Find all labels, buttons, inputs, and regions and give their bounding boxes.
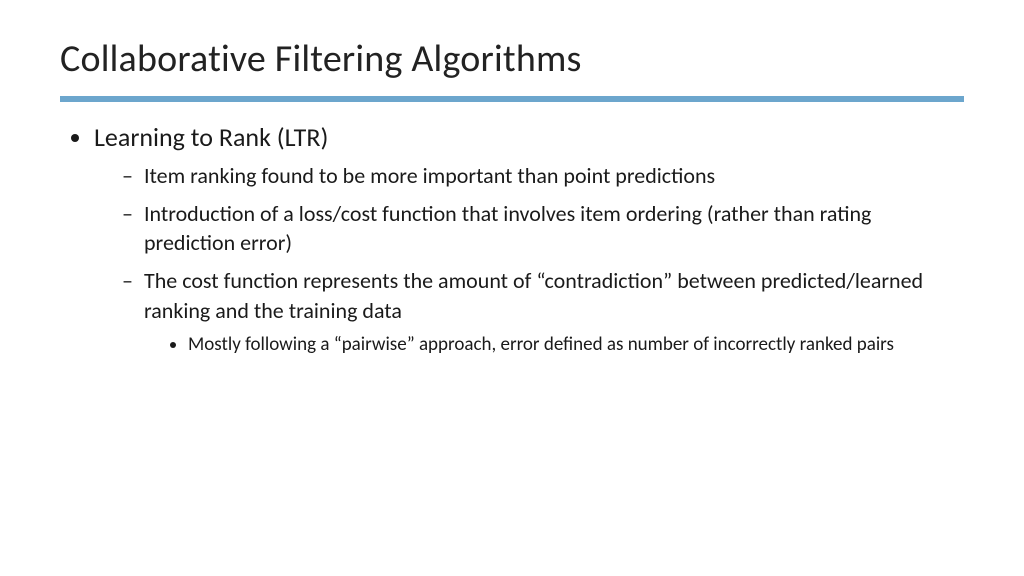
list-item: Introduction of a loss/cost function tha…	[122, 199, 964, 258]
slide: Collaborative Filtering Algorithms Learn…	[0, 0, 1024, 576]
bullet-text: Introduction of a loss/cost function tha…	[144, 200, 871, 257]
list-item: Mostly following a “pairwise” approach, …	[188, 332, 964, 358]
bullet-text: The cost function represents the amount …	[144, 267, 923, 324]
bullet-text: Item ranking found to be more important …	[144, 162, 715, 189]
bullet-list-level-1: Learning to Rank (LTR) Item ranking foun…	[60, 120, 964, 357]
title-rule	[60, 96, 964, 102]
bullet-text: Mostly following a “pairwise” approach, …	[188, 333, 894, 356]
slide-title: Collaborative Filtering Algorithms	[60, 36, 964, 82]
list-item: Item ranking found to be more important …	[122, 161, 964, 191]
list-item: Learning to Rank (LTR) Item ranking foun…	[94, 120, 964, 357]
list-item: The cost function represents the amount …	[122, 266, 964, 357]
bullet-list-level-3: Mostly following a “pairwise” approach, …	[144, 332, 964, 358]
bullet-list-level-2: Item ranking found to be more important …	[94, 161, 964, 357]
bullet-text: Learning to Rank (LTR)	[94, 121, 328, 153]
